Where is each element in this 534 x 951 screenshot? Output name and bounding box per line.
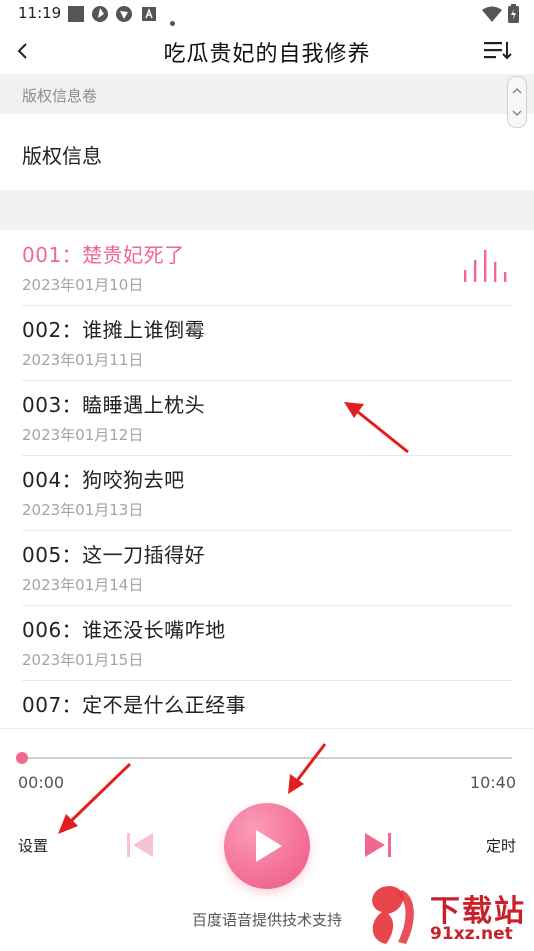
copyright-info-label: 版权信息 bbox=[22, 144, 102, 168]
chapter-title: 005：这一刀插得好 bbox=[22, 543, 206, 567]
chapter-item[interactable]: 003：瞌睡遇上枕头 2023年01月12日 bbox=[22, 380, 512, 456]
play-button[interactable] bbox=[224, 803, 310, 889]
next-chapter-icon[interactable] bbox=[362, 829, 394, 861]
current-time: 00:00 bbox=[18, 773, 65, 792]
volume-header: 版权信息卷 bbox=[0, 74, 534, 114]
chapter-date: 2023年01月14日 bbox=[22, 576, 144, 594]
chapter-title: 007：定不是什么正经事 bbox=[22, 693, 247, 717]
battery-icon bbox=[508, 4, 519, 27]
previous-chapter-icon[interactable] bbox=[124, 829, 156, 861]
page-title: 吃瓜贵妃的自我修养 bbox=[163, 42, 371, 67]
chapter-date: 2023年01月12日 bbox=[22, 426, 144, 444]
chapter-item[interactable]: 005：这一刀插得好 2023年01月14日 bbox=[22, 530, 512, 606]
now-playing-equalizer-icon bbox=[464, 250, 512, 282]
copyright-info-item[interactable]: 版权信息 bbox=[0, 114, 534, 190]
aperture-icon-2 bbox=[116, 6, 132, 26]
chapter-date: 2023年01月10日 bbox=[22, 276, 144, 294]
chapter-list[interactable]: 001：楚贵妃死了 2023年01月10日 002：谁摊上谁倒霉 2023年01… bbox=[0, 230, 534, 728]
chapter-title: 002：谁摊上谁倒霉 bbox=[22, 318, 206, 342]
chapter-item[interactable]: 006：谁还没长嘴咋地 2023年01月15日 bbox=[22, 605, 512, 681]
title-bar: 吃瓜贵妃的自我修养 bbox=[0, 28, 534, 74]
app-a-icon bbox=[142, 6, 156, 25]
watermark-url: 91xz.net bbox=[430, 924, 513, 944]
progress-track[interactable] bbox=[22, 757, 512, 759]
progress-knob[interactable] bbox=[16, 752, 28, 764]
status-time: 11:19 bbox=[18, 4, 62, 22]
watermark-logo-icon bbox=[372, 886, 414, 944]
total-time: 10:40 bbox=[469, 773, 516, 792]
chapter-item[interactable]: 007：定不是什么正经事 bbox=[22, 680, 512, 728]
chapter-title: 006：谁还没长嘴咋地 bbox=[22, 618, 226, 642]
chapter-title: 001：楚贵妃死了 bbox=[22, 243, 185, 267]
sleep-timer-button[interactable]: 定时 bbox=[486, 835, 516, 856]
sort-menu-icon[interactable] bbox=[482, 38, 514, 64]
chapter-date: 2023年01月15日 bbox=[22, 651, 144, 669]
section-divider bbox=[0, 190, 534, 230]
fast-scroll-handle[interactable] bbox=[507, 76, 527, 128]
wifi-icon bbox=[482, 6, 502, 26]
volume-header-label: 版权信息卷 bbox=[22, 87, 98, 105]
chapter-item[interactable]: 001：楚贵妃死了 2023年01月10日 bbox=[22, 230, 512, 306]
notification-square-icon bbox=[68, 6, 84, 26]
chapter-date: 2023年01月11日 bbox=[22, 351, 144, 369]
chapter-item[interactable]: 002：谁摊上谁倒霉 2023年01月11日 bbox=[22, 305, 512, 381]
chapter-title: 003：瞌睡遇上枕头 bbox=[22, 393, 206, 417]
settings-button[interactable]: 设置 bbox=[18, 835, 48, 856]
play-icon bbox=[256, 830, 282, 862]
chapter-title: 004：狗咬狗去吧 bbox=[22, 468, 185, 492]
chapter-date: 2023年01月13日 bbox=[22, 501, 144, 519]
chapter-item[interactable]: 004：狗咬狗去吧 2023年01月13日 bbox=[22, 455, 512, 531]
site-watermark: 下载站 91xz.net bbox=[360, 880, 534, 950]
aperture-icon bbox=[92, 6, 108, 26]
status-bar: 11:19 bbox=[0, 0, 534, 28]
